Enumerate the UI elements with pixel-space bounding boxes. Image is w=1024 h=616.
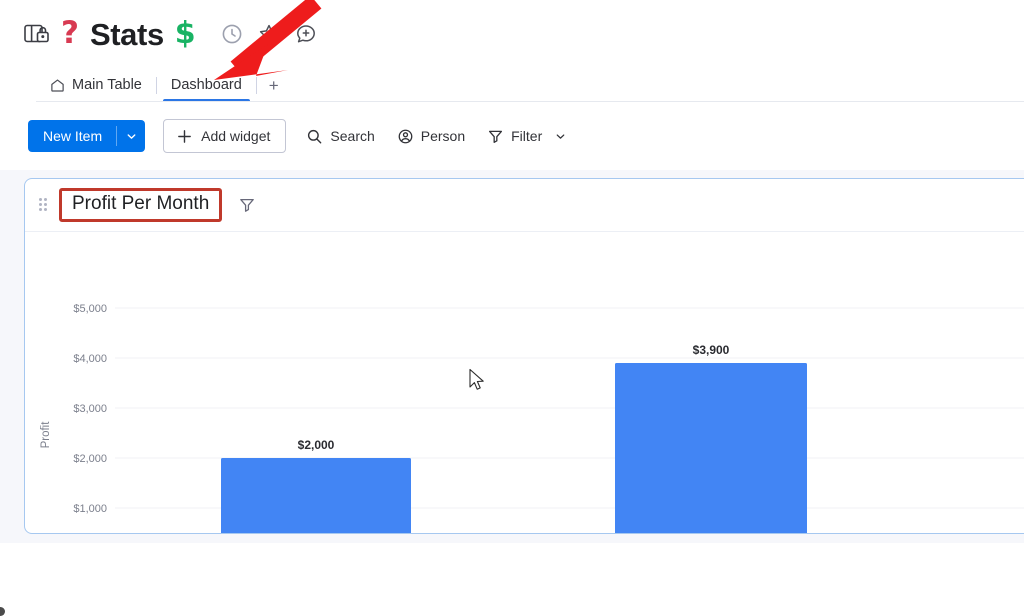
bar-value-label: $3,900 xyxy=(693,343,730,357)
add-tab-button[interactable]: + xyxy=(257,77,291,94)
board-header: ? Stats $ xyxy=(0,0,1024,68)
y-axis-title: Profit xyxy=(40,421,52,449)
favorite-star-icon[interactable] xyxy=(257,22,281,46)
chart-widget[interactable]: Profit Per Month $5,000 $4,000 $3,000 $2… xyxy=(24,178,1024,534)
tab-label: Dashboard xyxy=(170,77,242,93)
dashboard-toolbar: New Item Add widget Search Person Filter xyxy=(0,110,1024,162)
dashboard-canvas: Profit Per Month $5,000 $4,000 $3,000 $2… xyxy=(0,170,1024,616)
filter-button[interactable]: Filter xyxy=(485,120,569,152)
question-mark-emoji: ? xyxy=(61,14,79,51)
bar-chart: $5,000 $4,000 $3,000 $2,000 $1,000 $0 Pr… xyxy=(40,303,1024,534)
widget-title-highlight: Profit Per Month xyxy=(59,187,223,223)
add-widget-label: Add widget xyxy=(201,128,271,144)
person-label: Person xyxy=(420,128,466,144)
board-header-icons xyxy=(220,22,318,46)
board-view-tabs: Main Table Dashboard + xyxy=(0,68,1024,102)
chevron-down-icon[interactable] xyxy=(117,120,145,152)
tab-label: Main Table xyxy=(72,77,142,93)
new-item-label: New Item xyxy=(43,128,103,144)
widget-header: Profit Per Month xyxy=(25,179,1024,232)
person-filter-button[interactable]: Person xyxy=(395,120,467,152)
bar[interactable] xyxy=(221,458,411,534)
chevron-down-icon[interactable] xyxy=(554,130,567,143)
filter-label: Filter xyxy=(511,128,543,144)
ytick-label: $1,000 xyxy=(73,503,107,515)
new-item-button[interactable]: New Item xyxy=(28,120,146,152)
funnel-icon xyxy=(487,128,504,145)
chart-plot-area: $5,000 $4,000 $3,000 $2,000 $1,000 $0 Pr… xyxy=(25,232,1024,534)
tab-main-table[interactable]: Main Table xyxy=(36,68,156,102)
activity-icon[interactable] xyxy=(220,22,244,46)
widget-filter-icon[interactable] xyxy=(230,196,256,214)
widget-resize-dot[interactable] xyxy=(0,607,5,616)
bar-value-label: $2,000 xyxy=(298,438,335,452)
board-title-row: ? Stats $ xyxy=(0,14,318,51)
home-icon xyxy=(50,78,65,93)
add-comment-icon[interactable] xyxy=(294,22,318,46)
ytick-label: $4,000 xyxy=(73,353,107,365)
tab-dashboard[interactable]: Dashboard xyxy=(157,68,256,102)
widget-title[interactable]: Profit Per Month xyxy=(72,193,209,214)
ytick-label: $2,000 xyxy=(73,453,107,465)
dollar-sign-emoji: $ xyxy=(174,15,196,51)
search-label: Search xyxy=(330,128,375,144)
ytick-label: $3,000 xyxy=(73,403,107,415)
search-button[interactable]: Search xyxy=(304,120,376,152)
tabbar-divider xyxy=(36,101,1024,102)
search-icon xyxy=(306,128,323,145)
drag-handle-icon[interactable] xyxy=(39,198,49,212)
board-name[interactable]: Stats xyxy=(90,19,164,50)
plus-icon xyxy=(176,128,193,145)
ytick-label: $5,000 xyxy=(73,303,107,315)
board-lock-icon xyxy=(24,23,50,45)
person-icon xyxy=(397,128,414,145)
bar[interactable] xyxy=(615,363,807,534)
add-widget-button[interactable]: Add widget xyxy=(163,119,287,153)
